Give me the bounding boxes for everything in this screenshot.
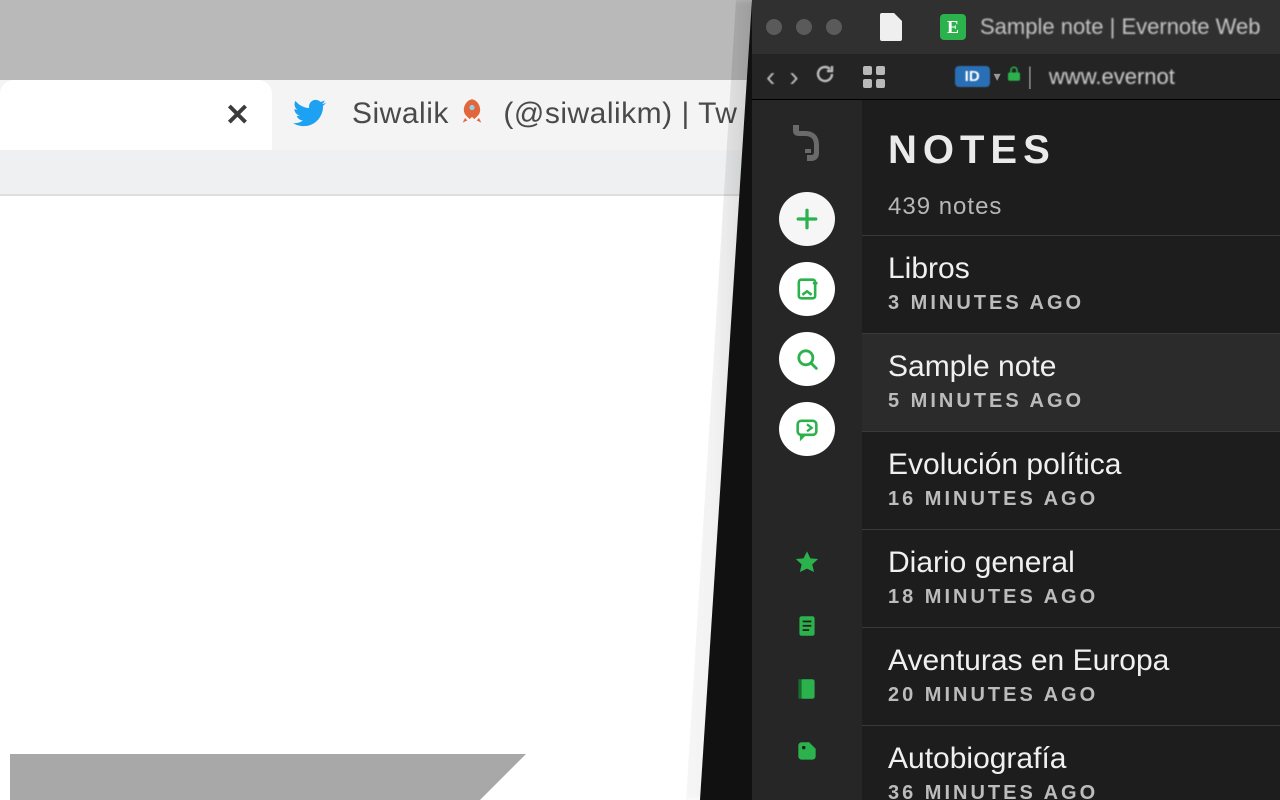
lock-icon	[1005, 65, 1023, 89]
back-icon[interactable]: ‹	[766, 61, 775, 93]
left-browser-toolbar[interactable]	[0, 150, 760, 196]
notes-icon[interactable]	[792, 611, 822, 640]
note-timestamp: 18 MINUTES AGO	[888, 586, 1254, 609]
note-item[interactable]: Sample note 5 MINUTES AGO	[862, 333, 1280, 431]
apps-icon[interactable]	[863, 66, 885, 88]
note-item[interactable]: Libros 3 MINUTES AGO	[862, 235, 1280, 333]
extension-badge[interactable]: ID	[955, 66, 990, 87]
evernote-app: NOTES 439 notes Libros 3 MINUTES AGO Sampl…	[752, 100, 1280, 800]
note-item[interactable]: Evolución política 16 MINUTES AGO	[862, 431, 1280, 529]
notes-header: NOTES 439 notes	[862, 100, 1280, 235]
notebooks-icon[interactable]	[792, 674, 822, 703]
notes-title: NOTES	[888, 128, 1254, 173]
note-title: Libros	[888, 252, 1254, 286]
rocket-icon	[458, 97, 486, 133]
forward-icon[interactable]: ›	[789, 61, 798, 93]
note-title: Aventuras en Europa	[888, 644, 1254, 678]
note-item[interactable]: Autobiografía 36 MINUTES AGO	[862, 725, 1280, 800]
note-title: Autobiografía	[888, 742, 1254, 776]
address-bar-url[interactable]: www.evernot	[1049, 64, 1175, 90]
chevron-down-icon[interactable]: ▾	[994, 68, 1001, 85]
reload-icon[interactable]	[813, 61, 837, 93]
right-tab-title: Sample note | Evernote Web	[980, 14, 1260, 40]
notes-panel: NOTES 439 notes Libros 3 MINUTES AGO Sampl…	[862, 100, 1280, 800]
twitter-icon	[290, 96, 330, 135]
note-timestamp: 3 MINUTES AGO	[888, 292, 1254, 315]
evernote-favicon: E	[940, 14, 966, 40]
right-window-titlebar[interactable]: E Sample note | Evernote Web	[752, 0, 1280, 54]
note-timestamp: 36 MINUTES AGO	[888, 782, 1254, 800]
traffic-min-icon[interactable]	[796, 19, 812, 35]
note-timestamp: 5 MINUTES AGO	[888, 390, 1254, 413]
left-bottom-bar	[10, 754, 480, 800]
work-chat-button[interactable]	[779, 402, 835, 456]
traffic-lights[interactable]	[766, 19, 842, 35]
left-page-content	[0, 196, 760, 800]
new-notebook-button[interactable]	[779, 262, 835, 316]
note-item[interactable]: Aventuras en Europa 20 MINUTES AGO	[862, 627, 1280, 725]
browser-tab-active[interactable]: ✕	[0, 80, 272, 150]
note-title: Diario general	[888, 546, 1254, 580]
left-tabstrip: ✕ Siwalik (@siwalikm) | Tw	[0, 80, 760, 150]
left-window-titlebar[interactable]	[0, 0, 760, 80]
evernote-sidebar	[752, 100, 862, 800]
note-title: Sample note	[888, 350, 1254, 384]
note-timestamp: 20 MINUTES AGO	[888, 684, 1254, 707]
note-item[interactable]: Diario general 18 MINUTES AGO	[862, 529, 1280, 627]
browser-tab-twitter[interactable]: Siwalik (@siwalikm) | Tw	[282, 80, 752, 150]
notes-list: Libros 3 MINUTES AGO Sample note 5 MINUTES …	[862, 235, 1280, 800]
shortcuts-star-icon[interactable]	[792, 548, 822, 577]
traffic-close-icon[interactable]	[766, 19, 782, 35]
search-button[interactable]	[779, 332, 835, 386]
new-note-button[interactable]	[779, 192, 835, 246]
right-browser-toolbar: ‹ › ID ▾ | www.evernot	[752, 54, 1280, 100]
note-timestamp: 16 MINUTES AGO	[888, 488, 1254, 511]
tags-icon[interactable]	[792, 737, 822, 766]
note-title: Evolución política	[888, 448, 1254, 482]
traffic-max-icon[interactable]	[826, 19, 842, 35]
left-browser-window: ✕ Siwalik (@siwalikm) | Tw	[0, 0, 760, 800]
tab-title: Siwalik (@siwalikm) | Tw	[352, 97, 737, 133]
file-icon	[880, 13, 902, 41]
notes-count: 439 notes	[888, 193, 1254, 221]
evernote-logo-icon[interactable]	[781, 118, 833, 168]
close-icon[interactable]: ✕	[225, 98, 250, 133]
